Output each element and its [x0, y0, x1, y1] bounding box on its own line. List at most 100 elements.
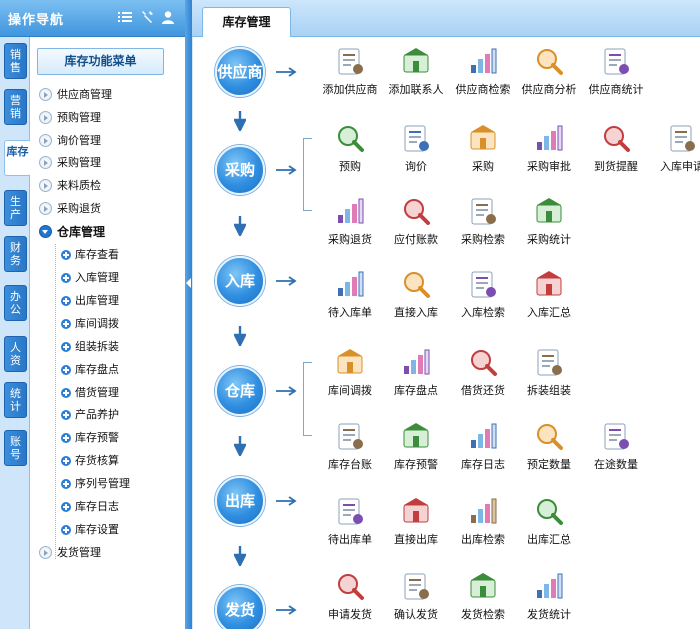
module-icon	[604, 48, 629, 75]
tool-purchase-0-4[interactable]: 到货提醒	[582, 122, 650, 182]
vtab-inventory[interactable]: 库存	[4, 140, 31, 176]
module-icon	[470, 573, 496, 598]
down-arrow-icon	[234, 436, 246, 456]
tool-supplier-0-1[interactable]: 添加联系人	[382, 45, 450, 105]
tool-purchase-0-0[interactable]: 预购	[316, 122, 384, 182]
vtab-sales[interactable]: 销售	[4, 43, 27, 79]
vtab-hr[interactable]: 人资	[4, 336, 27, 372]
module-icon	[471, 423, 497, 449]
bullet-icon	[39, 156, 52, 169]
tool-label: 发货检索	[461, 608, 505, 621]
module-icon	[471, 48, 497, 74]
tool-label: 在途数量	[594, 458, 638, 471]
tool-purchase-1-3[interactable]: 采购统计	[515, 195, 583, 255]
tool-warehouse-1-4[interactable]: 在途数量	[582, 420, 650, 480]
tool-shipping-0-2[interactable]: 发货检索	[449, 570, 517, 629]
list-icon[interactable]	[118, 10, 132, 24]
tool-supplier-0-0[interactable]: 添加供应商	[316, 45, 384, 105]
tool-purchase-0-3[interactable]: 采购审批	[515, 122, 583, 182]
stage-purchase[interactable]: 采购	[215, 145, 265, 195]
tool-shipping-0-3[interactable]: 发货统计	[515, 570, 583, 629]
plus-icon	[61, 365, 71, 375]
tool-warehouse-1-2[interactable]: 库存日志	[449, 420, 517, 480]
module-icon	[536, 198, 562, 223]
right-arrow-icon	[276, 165, 297, 175]
content-tab-strip: 库存管理	[192, 0, 700, 38]
plus-icon	[61, 342, 71, 352]
vtab-statistics[interactable]: 统计	[4, 382, 27, 418]
tool-warehouse-1-0[interactable]: 库存台账	[316, 420, 384, 480]
stage-inbound[interactable]: 入库	[215, 256, 265, 306]
tool-label: 申请发货	[328, 608, 372, 621]
tool-label: 库间调拨	[328, 384, 372, 397]
tool-purchase-0-5[interactable]: 入库申请	[648, 122, 700, 182]
module-icon	[404, 272, 430, 298]
tool-label: 采购	[472, 160, 494, 173]
tool-warehouse-0-2[interactable]: 借货还货	[449, 346, 517, 406]
tab-inventory-management[interactable]: 库存管理	[202, 7, 291, 38]
user-icon[interactable]	[161, 10, 175, 24]
tool-inbound-0-0[interactable]: 待入库单	[316, 268, 384, 328]
tool-warehouse-0-3[interactable]: 拆装组装	[515, 346, 583, 406]
vtab-account[interactable]: 账号	[4, 430, 27, 466]
down-arrow-icon	[234, 326, 246, 346]
tool-outbound-0-0[interactable]: 待出库单	[316, 495, 384, 555]
nav-header: 操作导航	[0, 0, 185, 37]
tool-outbound-0-3[interactable]: 出库汇总	[515, 495, 583, 555]
tool-warehouse-1-1[interactable]: 库存预警	[382, 420, 450, 480]
tool-outbound-0-1[interactable]: 直接出库	[382, 495, 450, 555]
down-arrow-icon	[234, 111, 246, 131]
vtab-finance[interactable]: 财务	[4, 236, 27, 272]
tool-purchase-0-2[interactable]: 采购	[449, 122, 517, 182]
tool-purchase-0-1[interactable]: 询价	[382, 122, 450, 182]
right-arrow-icon	[276, 67, 297, 77]
tool-label: 入库申请	[660, 160, 700, 173]
tool-label: 库存台账	[328, 458, 372, 471]
nav-title: 操作导航	[8, 13, 65, 28]
module-icon	[471, 498, 497, 524]
panel-splitter[interactable]	[185, 0, 192, 629]
collapse-arrow-icon[interactable]	[186, 278, 191, 288]
group-bracket	[303, 138, 312, 211]
tool-warehouse-1-3[interactable]: 预定数量	[515, 420, 583, 480]
tool-supplier-0-2[interactable]: 供应商检索	[449, 45, 517, 105]
tool-supplier-0-3[interactable]: 供应商分析	[515, 45, 583, 105]
tool-label: 预购	[339, 160, 361, 173]
plus-icon	[61, 273, 71, 283]
tool-warehouse-0-0[interactable]: 库间调拨	[316, 346, 384, 406]
vtab-marketing[interactable]: 营销	[4, 89, 27, 125]
tool-supplier-0-4[interactable]: 供应商统计	[582, 45, 650, 105]
stage-supplier[interactable]: 供应商	[215, 47, 265, 97]
stage-shipping[interactable]: 发货	[215, 585, 265, 629]
wrench-icon[interactable]	[140, 10, 154, 24]
module-icon	[338, 126, 364, 152]
module-icon	[338, 271, 364, 297]
tool-purchase-1-0[interactable]: 采购退货	[316, 195, 384, 255]
vtab-production[interactable]: 生产	[4, 190, 27, 226]
right-arrow-icon	[276, 496, 297, 506]
vtab-office[interactable]: 办公	[4, 285, 27, 321]
tool-label: 到货提醒	[594, 160, 638, 173]
tool-purchase-1-1[interactable]: 应付账款	[382, 195, 450, 255]
stage-warehouse[interactable]: 仓库	[215, 366, 265, 416]
tool-outbound-0-2[interactable]: 出库检索	[449, 495, 517, 555]
module-icon	[537, 349, 562, 376]
tool-inbound-0-1[interactable]: 直接入库	[382, 268, 450, 328]
bullet-icon	[39, 202, 52, 215]
tool-warehouse-0-1[interactable]: 库存盘点	[382, 346, 450, 406]
menu-title-button[interactable]: 库存功能菜单	[37, 48, 164, 75]
tool-label: 直接入库	[394, 306, 438, 319]
tool-label: 库存预警	[394, 458, 438, 471]
plus-icon	[61, 250, 71, 260]
inventory-flow-panel: 供应商 添加供应商 添加联系人 供应商检索 供应商分析 供应商统计 采购 预购 询价 采购 采购审批…	[192, 37, 700, 629]
stage-outbound[interactable]: 出库	[215, 476, 265, 526]
plus-icon	[61, 319, 71, 329]
tool-shipping-0-0[interactable]: 申请发货	[316, 570, 384, 629]
tool-purchase-1-2[interactable]: 采购检索	[449, 195, 517, 255]
module-icon	[337, 349, 363, 374]
tool-shipping-0-1[interactable]: 确认发货	[382, 570, 450, 629]
tool-inbound-0-3[interactable]: 入库汇总	[515, 268, 583, 328]
tool-inbound-0-2[interactable]: 入库检索	[449, 268, 517, 328]
tool-label: 库存盘点	[394, 384, 438, 397]
group-bracket	[303, 362, 312, 436]
